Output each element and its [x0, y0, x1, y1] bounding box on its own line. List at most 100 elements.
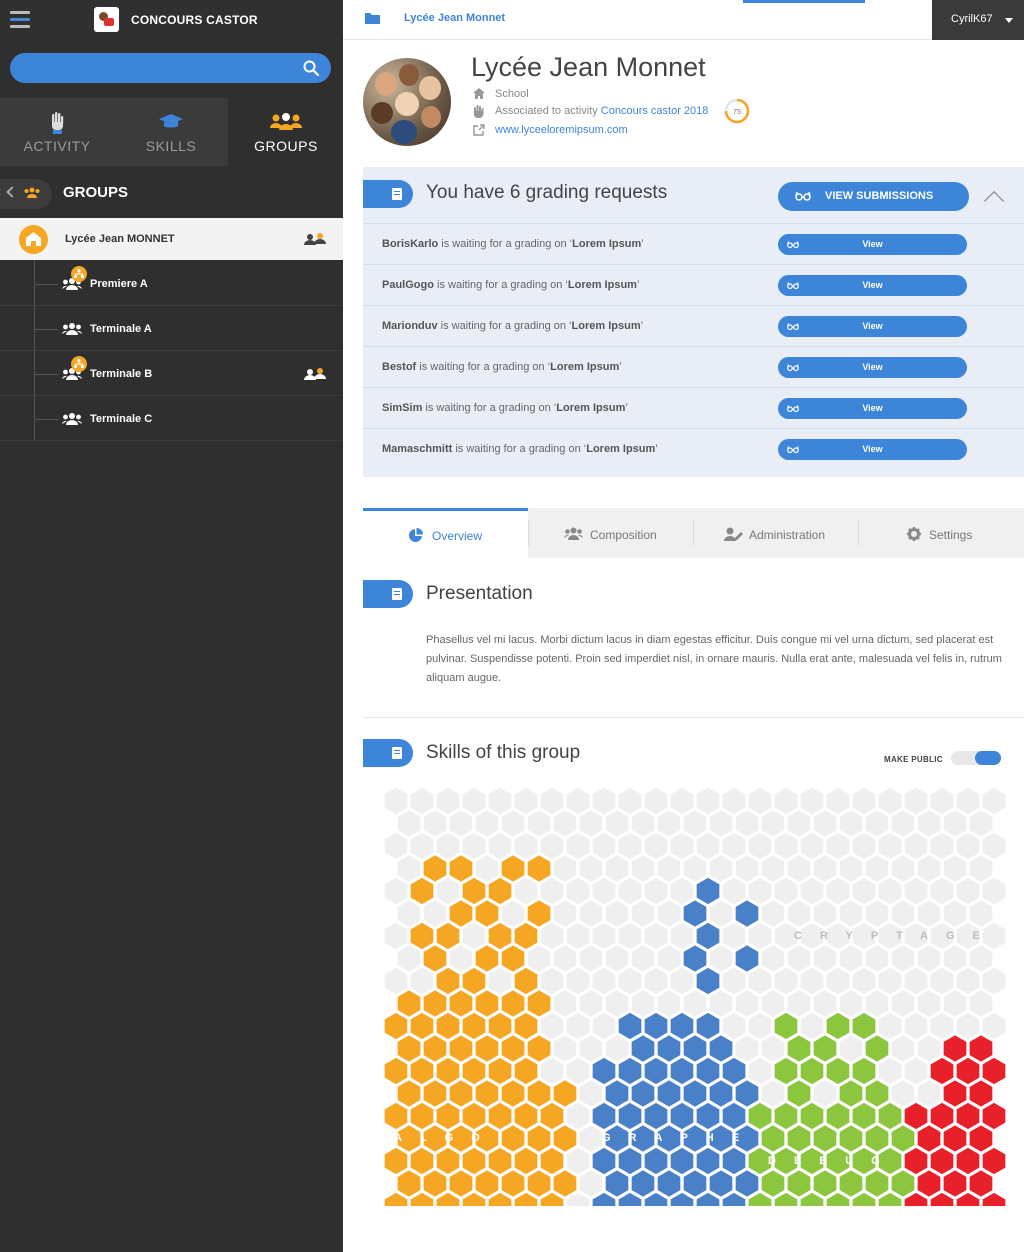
request-user[interactable]: Mamaschmitt	[382, 443, 452, 455]
skill-hex	[396, 1078, 422, 1109]
tab-activity[interactable]: ACTIVITY	[0, 98, 114, 166]
tab-overview-label: Overview	[432, 529, 483, 543]
sidebar-topbar: CONCOURS CASTOR	[0, 0, 343, 40]
skill-hex	[448, 1033, 474, 1064]
skill-hex	[760, 1123, 786, 1154]
view-button[interactable]: View	[778, 234, 967, 255]
tree-branch	[34, 419, 58, 420]
skill-hex	[630, 808, 656, 839]
request-user[interactable]: Bestof	[382, 361, 416, 373]
skill-hex	[747, 786, 773, 816]
skill-hex	[604, 988, 630, 1019]
region-label: CRYPTAGE	[794, 930, 998, 942]
skill-hex	[695, 1056, 721, 1086]
skill-hex	[565, 921, 591, 951]
associated-prefix: Associated to activity	[495, 105, 601, 117]
skill-hex	[903, 1146, 929, 1176]
request-item: Lorem Ipsum	[586, 443, 656, 455]
request-user[interactable]: SimSim	[382, 402, 422, 414]
skill-hex	[838, 1168, 864, 1199]
view-button[interactable]: View	[778, 398, 967, 419]
skill-hex	[656, 1033, 682, 1064]
folder-icon	[365, 13, 380, 24]
tab-skills[interactable]: SKILLS	[114, 98, 228, 166]
skill-hex	[630, 853, 656, 884]
skill-hex	[487, 966, 513, 996]
skill-hex	[630, 1078, 656, 1109]
skill-hex	[968, 943, 994, 974]
user-menu[interactable]: CyrilK67	[932, 0, 1024, 40]
group-item-terminale-c[interactable]: Terminale C	[0, 397, 343, 441]
skill-hex	[708, 1078, 734, 1109]
view-button[interactable]: View	[778, 439, 967, 460]
skill-hex	[383, 1056, 409, 1086]
request-user[interactable]: BorisKarlo	[382, 238, 438, 250]
search-input[interactable]	[24, 59, 294, 77]
group-item-terminale-a[interactable]: Terminale A	[0, 307, 343, 351]
skill-hex	[409, 1011, 435, 1041]
skill-hex	[643, 921, 669, 951]
skill-hex	[448, 1168, 474, 1199]
groups-title: GROUPS	[63, 184, 129, 201]
back-button[interactable]	[0, 179, 52, 209]
skill-hex	[461, 876, 487, 906]
tab-composition[interactable]: Composition	[528, 508, 693, 558]
tab-overview[interactable]: Overview	[363, 508, 528, 558]
skill-hex	[591, 786, 617, 816]
group-label: Premiere A	[90, 278, 148, 290]
view-button[interactable]: View	[778, 357, 967, 378]
request-user[interactable]: Marionduv	[382, 320, 438, 332]
tab-settings[interactable]: Settings	[858, 508, 1024, 558]
skill-hex	[500, 1033, 526, 1064]
skill-hex	[604, 1033, 630, 1064]
skill-hex	[747, 876, 773, 906]
view-button[interactable]: View	[778, 316, 967, 337]
skill-hex	[890, 1033, 916, 1064]
group-item-premiere-a[interactable]: Premiere A	[0, 262, 343, 306]
group-people-icon	[270, 113, 302, 130]
skill-hex	[409, 966, 435, 996]
hamburger-menu-icon[interactable]	[10, 11, 30, 29]
skill-hex	[565, 831, 591, 861]
content-tabs: Overview Composition Administration Sett…	[363, 508, 1024, 558]
search-icon[interactable]	[303, 60, 319, 76]
breadcrumb-link[interactable]: Lycée Jean Monnet	[404, 12, 505, 24]
group-item-terminale-b[interactable]: Terminale B	[0, 352, 343, 396]
tab-groups[interactable]: GROUPS	[229, 98, 343, 166]
make-public-label: MAKE PUBLIC	[884, 755, 943, 764]
graduation-cap-icon	[159, 114, 183, 128]
grading-header: You have 6 grading requests VIEW SUBMISS…	[363, 167, 1024, 223]
website-link[interactable]: www.lyceeloremipsum.com	[495, 124, 628, 136]
skill-hex	[890, 898, 916, 929]
document-icon	[392, 188, 402, 200]
skill-hex	[929, 966, 955, 996]
skill-hex	[487, 786, 513, 816]
tab-composition-label: Composition	[590, 528, 657, 542]
search-bar[interactable]	[10, 53, 331, 83]
manage-members-icon[interactable]	[304, 368, 326, 381]
request-user[interactable]: PaulGogo	[382, 279, 434, 291]
skill-hex	[669, 921, 695, 951]
tab-administration[interactable]: Administration	[693, 508, 858, 558]
skill-hex	[435, 1101, 461, 1131]
chevron-up-icon[interactable]	[984, 191, 1004, 211]
view-submissions-button[interactable]: VIEW SUBMISSIONS	[778, 182, 969, 211]
skill-hex	[383, 1146, 409, 1176]
view-button[interactable]: View	[778, 275, 967, 296]
grading-request-row: BorisKarlo is waiting for a grading on ‘…	[363, 223, 1024, 264]
home-icon	[473, 88, 485, 99]
request-middle: is waiting for a grading on ‘	[422, 402, 557, 414]
group-label: Terminale A	[90, 323, 152, 335]
skills-title: Skills of this group	[426, 742, 581, 763]
grading-request-text: BorisKarlo is waiting for a grading on ‘…	[382, 238, 644, 250]
make-public-toggle[interactable]	[951, 751, 1001, 765]
skill-hex	[422, 808, 448, 839]
grading-request-row: Bestof is waiting for a grading on ‘Lore…	[363, 346, 1024, 387]
activity-link[interactable]: Concours castor 2018	[601, 105, 709, 117]
manage-members-icon[interactable]	[304, 233, 326, 246]
skill-hex	[591, 921, 617, 951]
skill-hex	[916, 1123, 942, 1154]
root-group-item[interactable]: Lycée Jean MONNET	[0, 218, 343, 260]
skill-hex	[786, 898, 812, 929]
skill-hex	[617, 786, 643, 816]
